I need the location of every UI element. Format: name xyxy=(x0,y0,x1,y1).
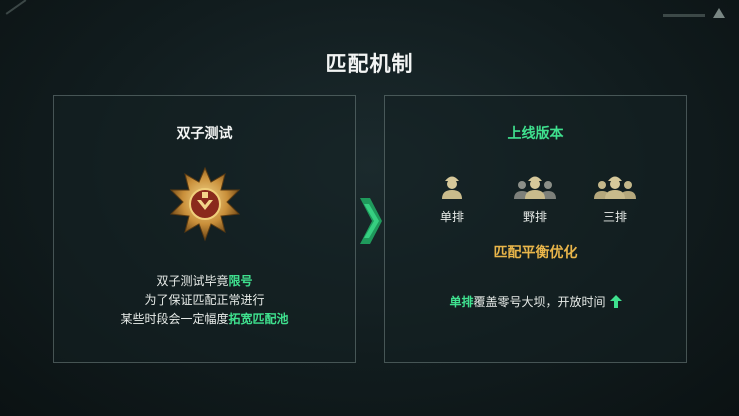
mode-wild-label: 野排 xyxy=(522,210,547,224)
triple-squad-icon xyxy=(594,176,636,199)
release-version-title: 上线版本 xyxy=(507,126,564,142)
mode-triple: 三排 xyxy=(585,172,645,225)
open-time-line: 单排覆盖零号大坝，开放时间 xyxy=(385,293,686,310)
double-test-panel: 双子测试 双子测试毕竟限号 为了保证匹配正常进行 某些时段会一定幅度拓宽匹配池 xyxy=(53,95,356,363)
single-soldier-icon xyxy=(442,176,462,199)
desc-line-1: 双子测试毕竟限号 xyxy=(54,272,355,291)
chevron-right-icon xyxy=(360,198,382,244)
gold-rank-medal-icon xyxy=(169,166,241,242)
desc-line-3-text: 某些时段会一定幅度 xyxy=(120,312,229,326)
desc-line-3-highlight: 拓宽匹配池 xyxy=(228,312,289,326)
desc-line-3: 某些时段会一定幅度拓宽匹配池 xyxy=(54,310,355,329)
mode-single-label: 单排 xyxy=(439,210,464,224)
desc-line-2-text: 为了保证匹配正常进行 xyxy=(144,293,265,307)
desc-line-2: 为了保证匹配正常进行 xyxy=(54,291,355,310)
mode-wild: 野排 xyxy=(505,172,565,225)
desc-line-1-text: 双子测试毕竟 xyxy=(156,274,229,288)
up-arrow-icon xyxy=(609,295,622,308)
balance-optimization-text: 匹配平衡优化 xyxy=(493,245,578,261)
warning-triangle-icon xyxy=(713,8,725,18)
open-line-text: 覆盖零号大坝，开放时间 xyxy=(473,295,606,309)
mode-triple-label: 三排 xyxy=(602,210,627,224)
corner-decoration xyxy=(5,0,27,15)
wild-squad-icon xyxy=(514,176,556,199)
top-right-bar-decoration xyxy=(663,14,705,17)
page-title: 匹配机制 xyxy=(325,52,414,76)
desc-line-1-highlight: 限号 xyxy=(228,274,253,288)
mode-single: 单排 xyxy=(422,172,482,225)
open-line-highlight: 单排 xyxy=(449,295,474,309)
double-test-description: 双子测试毕竟限号 为了保证匹配正常进行 某些时段会一定幅度拓宽匹配池 xyxy=(54,272,355,329)
double-test-title: 双子测试 xyxy=(176,126,233,142)
release-version-panel: 上线版本 单排 野排 三排 匹配平衡优化 单排覆盖零号大坝，开放时间 xyxy=(384,95,687,363)
